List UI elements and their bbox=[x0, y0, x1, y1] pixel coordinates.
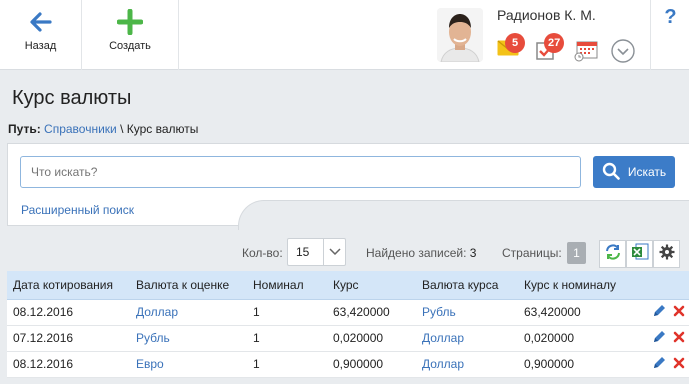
cell-currency-link[interactable]: Доллар bbox=[130, 299, 247, 326]
export-excel-button[interactable] bbox=[626, 240, 653, 268]
messages-badge: 5 bbox=[505, 33, 525, 53]
search-panel: Искать Расширенный поиск bbox=[7, 143, 689, 230]
settings-button[interactable] bbox=[653, 240, 680, 268]
delete-cross-icon[interactable] bbox=[673, 331, 685, 346]
cell-rate: 0,020000 bbox=[327, 325, 416, 352]
plus-icon bbox=[117, 9, 143, 35]
cell-rate-to-nominal: 0,900000 bbox=[518, 351, 639, 378]
breadcrumb-current: Курс валюты bbox=[126, 122, 199, 136]
cell-quote-date: 07.12.2016 bbox=[7, 325, 130, 352]
cell-rate: 63,420000 bbox=[327, 299, 416, 326]
edit-pencil-icon[interactable] bbox=[652, 304, 666, 321]
cell-nominal: 1 bbox=[247, 351, 327, 378]
page-title: Курс валюты bbox=[12, 87, 132, 109]
table-row[interactable]: 08.12.2016 Доллар 1 63,420000 Рубль 63,4… bbox=[7, 299, 689, 326]
pages-label: Страницы: bbox=[502, 246, 562, 260]
page-size-select[interactable]: 15 bbox=[287, 238, 346, 266]
cell-currency-link[interactable]: Евро bbox=[130, 351, 247, 378]
delete-cross-icon[interactable] bbox=[673, 357, 685, 372]
advanced-search-link[interactable]: Расширенный поиск bbox=[21, 203, 134, 217]
cell-nominal: 1 bbox=[247, 325, 327, 352]
page-size-value: 15 bbox=[288, 239, 324, 265]
records-found-value: 3 bbox=[469, 246, 477, 260]
search-button-label: Искать bbox=[627, 165, 667, 179]
refresh-icon bbox=[604, 243, 622, 266]
search-panel-tab-cut bbox=[238, 200, 689, 230]
user-name[interactable]: Радионов К. М. bbox=[497, 7, 596, 23]
create-button[interactable]: Создать bbox=[82, 0, 179, 70]
edit-pencil-icon[interactable] bbox=[652, 330, 666, 347]
avatar[interactable] bbox=[437, 8, 483, 62]
table-row[interactable]: 08.12.2016 Евро 1 0,900000 Доллар 0,9000… bbox=[7, 351, 689, 378]
top-toolbar: Назад Создать Радионов К. М. 5 27 ? bbox=[0, 0, 689, 70]
cell-rate: 0,900000 bbox=[327, 351, 416, 378]
create-label: Создать bbox=[109, 40, 151, 52]
breadcrumb-link-directories[interactable]: Справочники bbox=[44, 122, 117, 136]
breadcrumb: Путь: Справочники \ Курс валюты bbox=[8, 122, 198, 136]
tasks-badge: 27 bbox=[544, 33, 565, 53]
breadcrumb-separator: \ bbox=[120, 122, 124, 136]
row-actions bbox=[639, 351, 689, 378]
search-icon bbox=[602, 162, 620, 183]
cell-quote-date: 08.12.2016 bbox=[7, 351, 130, 378]
arrow-left-icon bbox=[28, 9, 54, 35]
records-found-label: Найдено записей: bbox=[366, 246, 467, 260]
column-header-nominal[interactable]: Номинал bbox=[247, 271, 327, 300]
currency-rates-table: Дата котирования Валюта к оценке Номинал… bbox=[7, 271, 689, 378]
search-input[interactable] bbox=[20, 156, 581, 188]
cell-rate-currency-link[interactable]: Рубль bbox=[416, 299, 518, 326]
column-header-rate-currency[interactable]: Валюта курса bbox=[416, 271, 518, 300]
table-row[interactable]: 07.12.2016 Рубль 1 0,020000 Доллар 0,020… bbox=[7, 325, 689, 352]
page-number[interactable]: 1 bbox=[567, 242, 586, 264]
row-actions bbox=[639, 325, 689, 352]
column-header-currency-to-evaluate[interactable]: Валюта к оценке bbox=[130, 271, 247, 300]
excel-icon bbox=[631, 243, 649, 266]
count-label: Кол-во: bbox=[242, 246, 283, 260]
refresh-button[interactable] bbox=[599, 240, 626, 268]
cell-rate-currency-link[interactable]: Доллар bbox=[416, 325, 518, 352]
chevron-down-icon bbox=[324, 248, 345, 256]
cell-quote-date: 08.12.2016 bbox=[7, 299, 130, 326]
chevron-down-icon[interactable] bbox=[611, 39, 635, 68]
breadcrumb-lead: Путь: bbox=[8, 122, 41, 136]
cell-nominal: 1 bbox=[247, 299, 327, 326]
column-header-quote-date[interactable]: Дата котирования bbox=[7, 271, 130, 300]
column-header-rate[interactable]: Курс bbox=[327, 271, 416, 300]
cell-rate-currency-link[interactable]: Доллар bbox=[416, 351, 518, 378]
cell-currency-link[interactable]: Рубль bbox=[130, 325, 247, 352]
gear-icon bbox=[659, 244, 675, 265]
records-found: Найдено записей: 3 bbox=[366, 246, 476, 260]
row-actions bbox=[639, 299, 689, 326]
help-button[interactable]: ? bbox=[652, 6, 689, 29]
search-button[interactable]: Искать bbox=[593, 156, 675, 188]
delete-cross-icon[interactable] bbox=[673, 305, 685, 320]
column-header-rate-to-nominal[interactable]: Курс к номиналу bbox=[518, 271, 639, 300]
table-header-row: Дата котирования Валюта к оценке Номинал… bbox=[7, 271, 689, 300]
toolbar-divider bbox=[650, 0, 651, 70]
back-label: Назад bbox=[24, 40, 57, 52]
cell-rate-to-nominal: 63,420000 bbox=[518, 299, 639, 326]
cell-rate-to-nominal: 0,020000 bbox=[518, 325, 639, 352]
edit-pencil-icon[interactable] bbox=[652, 356, 666, 373]
column-header-actions bbox=[639, 271, 689, 300]
calendar-icon[interactable] bbox=[574, 40, 598, 67]
back-button[interactable]: Назад bbox=[0, 0, 82, 70]
